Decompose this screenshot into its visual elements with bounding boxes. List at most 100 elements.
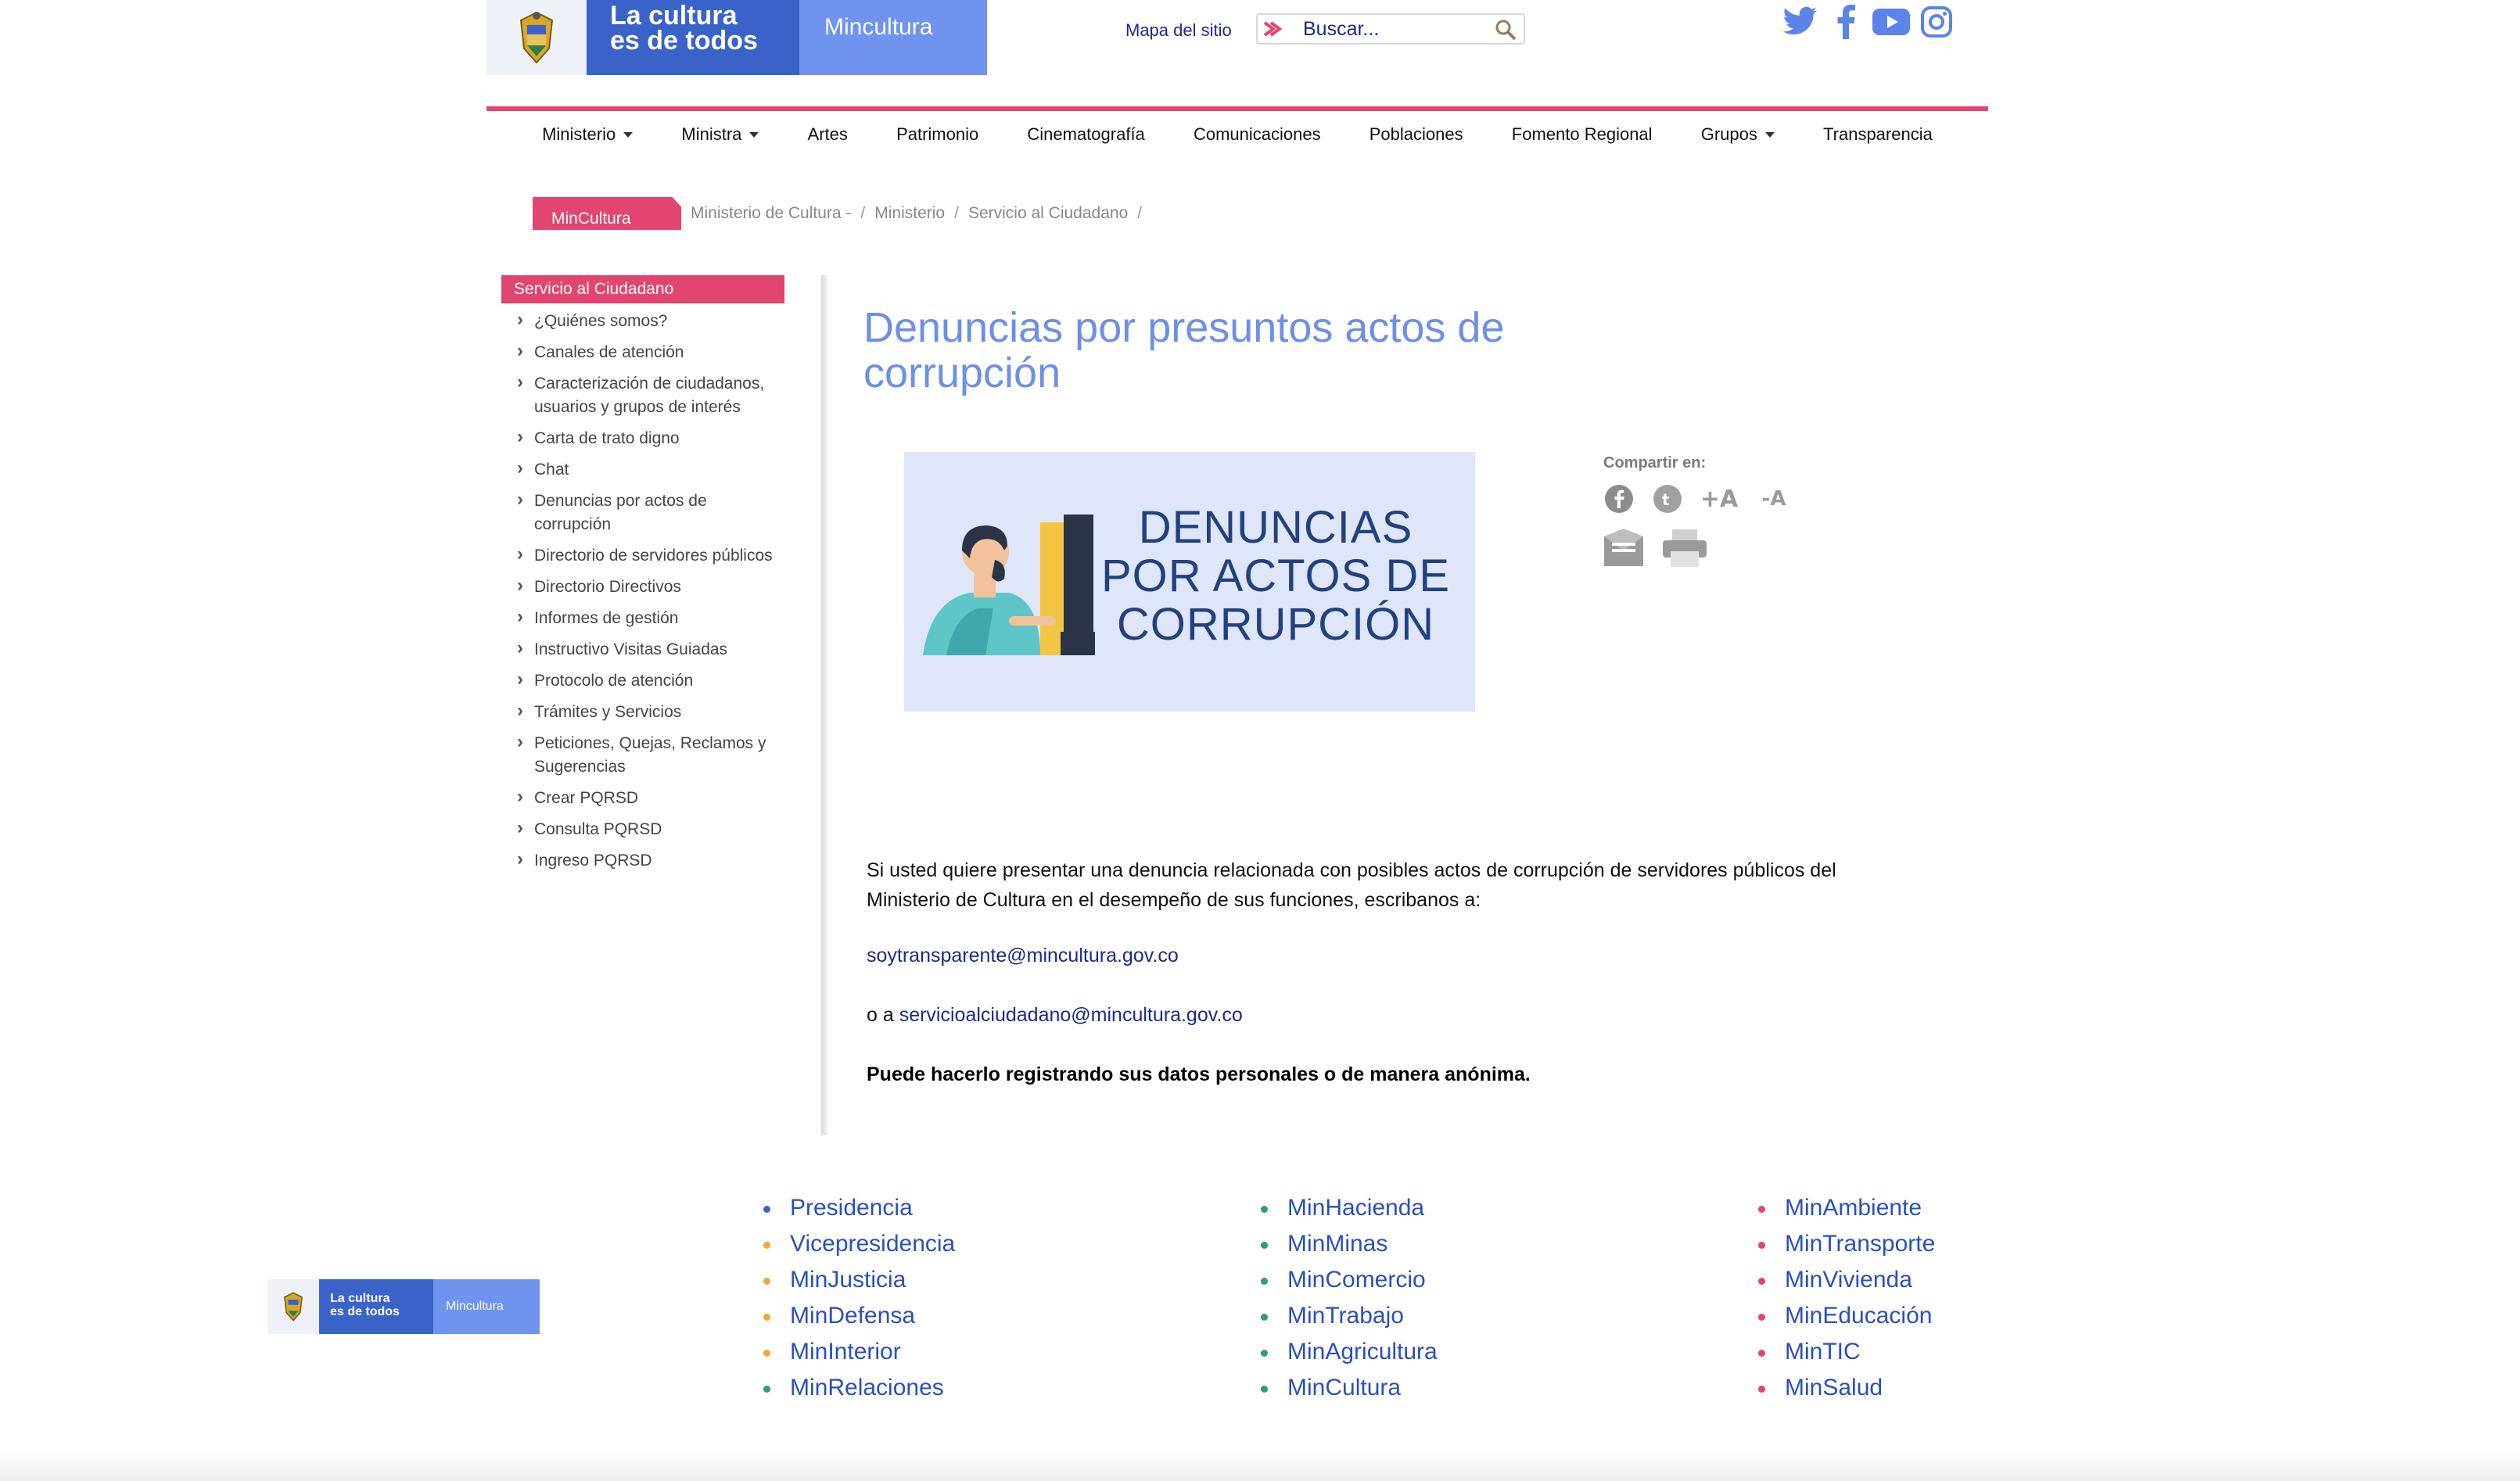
breadcrumb-item[interactable]: Ministerio de Cultura - / xyxy=(691,204,865,223)
bullet-dot xyxy=(1261,1278,1268,1285)
nav-item-artes[interactable]: Artes xyxy=(808,124,848,145)
sidebar-item-tramites-servicios[interactable]: Trámites y Servicios xyxy=(501,699,784,724)
email-link-servicioalciudadano[interactable]: servicioalciudadano@mincultura.gov.co xyxy=(899,1004,1243,1026)
footer-link-minambiente[interactable]: MinAmbiente xyxy=(1758,1190,1935,1226)
sidebar-item-protocolo-atencion[interactable]: Protocolo de atención xyxy=(501,668,784,693)
logo-brand: Mincultura xyxy=(799,0,987,75)
nav-item-label: Ministra xyxy=(681,124,742,144)
footer-link-mineducacion[interactable]: MinEducación xyxy=(1758,1298,1935,1334)
bullet-dot xyxy=(763,1350,770,1357)
instagram-icon[interactable] xyxy=(1918,3,1955,41)
banner-text: DENUNCIAS POR ACTOS DE CORRUPCIÓN xyxy=(1100,502,1451,650)
facebook-icon[interactable] xyxy=(1827,3,1865,41)
sidebar-item-pqrs[interactable]: Peticiones, Quejas, Reclamos y Sugerenci… xyxy=(501,730,784,779)
footer-link-mincomercio[interactable]: MinComercio xyxy=(1261,1262,1438,1298)
footer-link-mincultura[interactable]: MinCultura xyxy=(1261,1370,1438,1406)
site-logo[interactable]: La cultura es de todos Mincultura xyxy=(486,0,987,75)
breadcrumb-separator: / xyxy=(860,204,866,222)
sidebar-item-consulta-pqrsd[interactable]: Consulta PQRSD xyxy=(501,816,784,841)
bullet-dot xyxy=(1758,1206,1765,1213)
nav-item-fomento-regional[interactable]: Fomento Regional xyxy=(1512,124,1653,145)
footer-link-presidencia[interactable]: Presidencia xyxy=(763,1190,955,1226)
share-label: Compartir en: xyxy=(1603,454,1707,472)
sidebar-item-directorio-directivos[interactable]: Directorio Directivos xyxy=(501,574,784,599)
arrow-right-icon xyxy=(1258,15,1287,43)
nav-item-label: Poblaciones xyxy=(1369,124,1463,144)
search-icon[interactable] xyxy=(1494,18,1517,41)
nav-item-label: Artes xyxy=(807,124,848,144)
sidebar-item-ingreso-pqrsd[interactable]: Ingreso PQRSD xyxy=(501,848,784,873)
nav-item-grupos[interactable]: Grupos xyxy=(1701,124,1775,145)
sidebar-item-canales-atencion[interactable]: Canales de atención xyxy=(501,339,784,364)
sidebar-item-denuncias[interactable]: Denuncias por actos de corrupción xyxy=(501,488,784,536)
footer-link-minhacienda[interactable]: MinHacienda xyxy=(1261,1190,1438,1226)
sidebar-item-chat[interactable]: Chat xyxy=(501,457,784,482)
footer-link-mininterior[interactable]: MinInterior xyxy=(763,1334,955,1370)
nav-item-transparencia[interactable]: Transparencia xyxy=(1823,124,1933,145)
page-title: Denuncias por presuntos actos de corrupc… xyxy=(863,304,1505,396)
email-link-soytransparente[interactable]: soytransparente@mincultura.gov.co xyxy=(867,945,1179,967)
twitter-icon[interactable] xyxy=(1782,3,1819,41)
footer-link-minminas[interactable]: MinMinas xyxy=(1261,1226,1438,1262)
footer-link-vicepresidencia[interactable]: Vicepresidencia xyxy=(763,1226,955,1262)
breadcrumb-separator: / xyxy=(954,204,959,222)
page-bottom-band xyxy=(0,1448,2520,1481)
person-at-computer-icon xyxy=(923,515,1095,659)
footer-links-col-2: MinHacienda MinMinas MinComercio MinTrab… xyxy=(1261,1190,1438,1406)
sidebar-item-carta-trato-digno[interactable]: Carta de trato digno xyxy=(501,425,784,450)
alternate-email-line: o a servicioalciudadano@mincultura.gov.c… xyxy=(867,1004,1243,1027)
denuncias-banner: DENUNCIAS POR ACTOS DE CORRUPCIÓN xyxy=(904,452,1475,712)
social-links xyxy=(1782,3,1955,41)
sidebar-item-crear-pqrsd[interactable]: Crear PQRSD xyxy=(501,785,784,810)
content-divider xyxy=(821,275,829,1135)
nav-item-ministerio[interactable]: Ministerio xyxy=(542,124,634,145)
footer-link-label: MinEducación xyxy=(1785,1303,1933,1329)
footer-link-minvivienda[interactable]: MinVivienda xyxy=(1758,1262,1935,1298)
alternate-email-prefix: o a xyxy=(867,1004,899,1026)
nav-item-patrimonio[interactable]: Patrimonio xyxy=(896,124,978,145)
bullet-dot xyxy=(1261,1314,1268,1321)
footer-link-mindefensa[interactable]: MinDefensa xyxy=(763,1298,955,1334)
nav-item-poblaciones[interactable]: Poblaciones xyxy=(1369,124,1463,145)
breadcrumb-home[interactable]: MinCultura xyxy=(533,197,681,230)
breadcrumb-item-label: Ministerio de Cultura - xyxy=(691,204,852,222)
font-decrease-icon[interactable]: -A xyxy=(1754,482,1794,516)
youtube-icon[interactable] xyxy=(1872,3,1910,41)
facebook-share-icon[interactable] xyxy=(1602,482,1636,516)
search-input[interactable] xyxy=(1287,17,1475,41)
breadcrumb-item[interactable]: Servicio al Ciudadano / xyxy=(968,204,1142,223)
footer-link-label: MinTrabajo xyxy=(1287,1303,1404,1329)
sidebar-item-quienes-somos[interactable]: ¿Quiénes somos? xyxy=(501,308,784,333)
footer-link-label: MinSalud xyxy=(1785,1375,1883,1400)
sidebar-item-instructivo-visitas[interactable]: Instructivo Visitas Guiadas xyxy=(501,637,784,662)
nav-item-comunicaciones[interactable]: Comunicaciones xyxy=(1194,124,1321,145)
bullet-dot xyxy=(763,1386,770,1393)
footer-logo[interactable]: La cultura es de todos Mincultura xyxy=(267,1279,540,1334)
sidebar-item-caracterizacion[interactable]: Caracterización de ciudadanos, usuarios … xyxy=(501,371,784,419)
nav-item-cinematografia[interactable]: Cinematografía xyxy=(1027,124,1144,145)
print-icon[interactable] xyxy=(1660,527,1710,569)
footer-link-mintransporte[interactable]: MinTransporte xyxy=(1758,1226,1935,1262)
footer-link-mintrabajo[interactable]: MinTrabajo xyxy=(1261,1298,1438,1334)
sidebar-title[interactable]: Servicio al Ciudadano xyxy=(501,275,784,303)
footer-link-minrelaciones[interactable]: MinRelaciones xyxy=(763,1370,955,1406)
email-share-icon[interactable] xyxy=(1602,527,1646,569)
footer-link-minjusticia[interactable]: MinJusticia xyxy=(763,1262,955,1298)
footer-link-mintic[interactable]: MinTIC xyxy=(1758,1334,1935,1370)
sidebar-item-directorio-servidores[interactable]: Directorio de servidores públicos xyxy=(501,543,784,568)
sidebar-item-informes-gestion[interactable]: Informes de gestión xyxy=(501,605,784,630)
sidebar: Servicio al Ciudadano ¿Quiénes somos? Ca… xyxy=(501,275,784,880)
footer-links-col-1: Presidencia Vicepresidencia MinJusticia … xyxy=(763,1190,955,1406)
nav-item-ministra[interactable]: Ministra xyxy=(681,124,759,145)
sitemap-link[interactable]: Mapa del sitio xyxy=(1125,20,1232,41)
font-increase-icon[interactable]: +A xyxy=(1699,482,1739,516)
footer-link-minagricultura[interactable]: MinAgricultura xyxy=(1261,1334,1438,1370)
bullet-dot xyxy=(1261,1350,1268,1357)
twitter-share-icon[interactable]: t xyxy=(1650,482,1685,516)
breadcrumb-item[interactable]: Ministerio / xyxy=(874,204,959,223)
chevron-down-icon xyxy=(749,131,759,138)
footer-link-label: Vicepresidencia xyxy=(790,1231,956,1257)
breadcrumb-item-label: Ministerio xyxy=(874,204,946,222)
footer-link-minsalud[interactable]: MinSalud xyxy=(1758,1370,1935,1406)
footer-link-label: MinVivienda xyxy=(1785,1267,1912,1293)
